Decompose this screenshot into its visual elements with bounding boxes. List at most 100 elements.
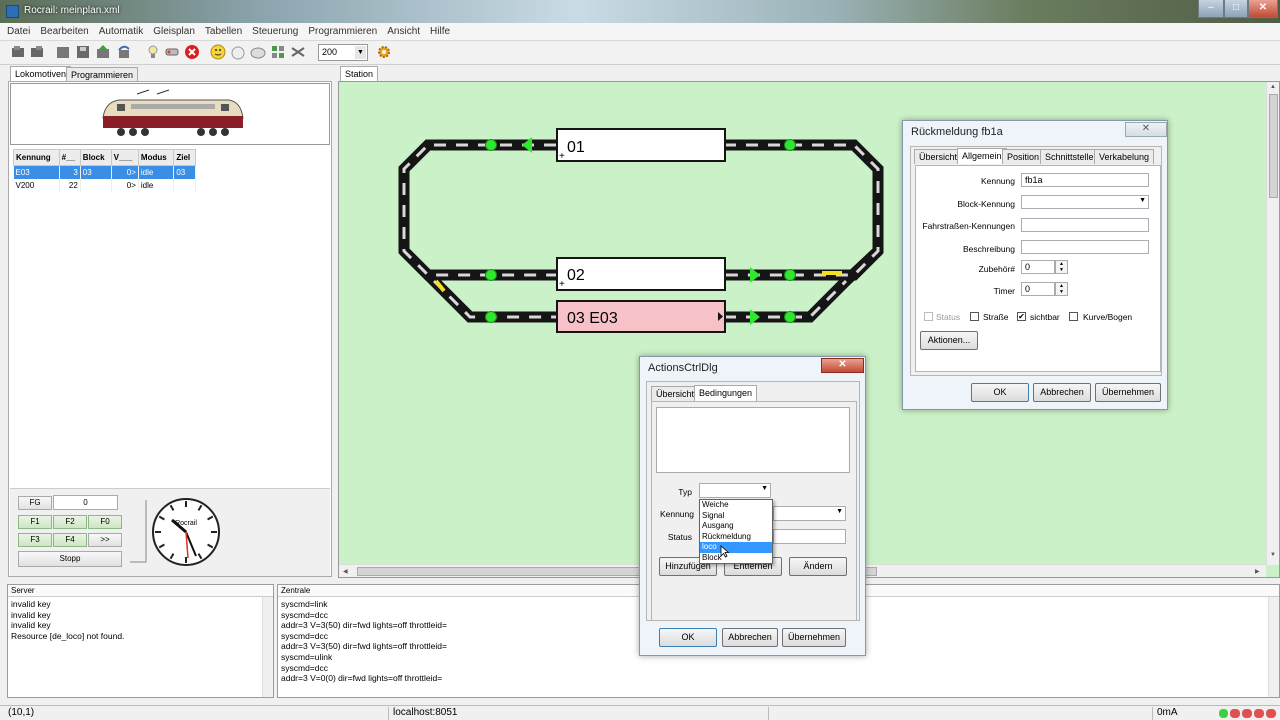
- close-window-button[interactable]: ✕: [1248, 0, 1278, 18]
- menu-ansicht[interactable]: Ansicht: [380, 23, 423, 37]
- menu-bearbeiten[interactable]: Bearbeiten: [33, 23, 91, 37]
- tab-schnittstelle[interactable]: Schnittstelle: [1040, 149, 1099, 164]
- typ-select[interactable]: ▼: [699, 483, 771, 498]
- col-speed[interactable]: V___: [110, 149, 139, 166]
- f3-button[interactable]: F3: [18, 533, 52, 547]
- network-icon[interactable]: [164, 44, 180, 60]
- f2-button[interactable]: F2: [53, 515, 87, 529]
- col-ziel[interactable]: Ziel: [173, 149, 196, 166]
- block-01[interactable]: 01 +: [556, 128, 726, 162]
- server-log-scroll[interactable]: [262, 597, 273, 697]
- dropdown-option-highlighted[interactable]: loco: [700, 542, 772, 553]
- cloud-icon[interactable]: [250, 44, 266, 60]
- table-row[interactable]: E03 3 03 0> idle 03: [13, 165, 196, 179]
- col-block[interactable]: Block: [79, 149, 112, 166]
- tab-bedingungen[interactable]: Bedingungen: [694, 385, 758, 401]
- save-green-icon[interactable]: [95, 44, 111, 60]
- menu-gleisplan[interactable]: Gleisplan: [146, 23, 198, 37]
- f4-button[interactable]: F4: [53, 533, 87, 547]
- kurve-checkbox[interactable]: [1069, 312, 1078, 321]
- save-icon[interactable]: [75, 44, 91, 60]
- bag-icon[interactable]: [230, 44, 246, 60]
- menu-hilfe[interactable]: Hilfe: [423, 23, 453, 37]
- timer-field[interactable]: 0: [1021, 282, 1055, 296]
- speed-slider[interactable]: [128, 498, 148, 564]
- stop-button[interactable]: Stopp: [18, 551, 122, 567]
- zubehoer-stepper[interactable]: ▲ ▼: [1055, 260, 1068, 274]
- menu-steuerung[interactable]: Steuerung: [245, 23, 301, 37]
- col-address[interactable]: #__: [58, 149, 81, 166]
- tab-uebersicht[interactable]: Übersicht: [651, 386, 700, 401]
- lightbulb-icon[interactable]: [145, 44, 161, 60]
- signal-arrow-icon[interactable]: [750, 267, 760, 283]
- smiley-icon[interactable]: [210, 44, 226, 60]
- modify-button[interactable]: Ändern: [789, 557, 847, 576]
- maximize-button[interactable]: □: [1224, 0, 1248, 18]
- col-modus[interactable]: Modus: [137, 149, 175, 166]
- station-vscroll[interactable]: ▲ ▼: [1266, 82, 1279, 565]
- sensor-icon[interactable]: [784, 311, 796, 323]
- block-03[interactable]: 03 E03: [556, 300, 726, 333]
- ok-button[interactable]: OK: [971, 383, 1029, 402]
- sensor-icon[interactable]: [784, 269, 796, 281]
- grid-icon[interactable]: [270, 44, 286, 60]
- menu-tabellen[interactable]: Tabellen: [198, 23, 245, 37]
- tab-programmieren[interactable]: Programmieren: [66, 67, 139, 82]
- new-plan-icon[interactable]: [10, 44, 26, 60]
- gear-icon[interactable]: [376, 44, 392, 60]
- actions-button[interactable]: Aktionen...: [920, 331, 978, 350]
- table-row[interactable]: V200 22 0> idle: [13, 178, 196, 192]
- signal-arrow-icon[interactable]: [522, 137, 532, 153]
- menu-automatik[interactable]: Automatik: [92, 23, 146, 37]
- menu-datei[interactable]: Datei: [0, 23, 33, 37]
- dropdown-option[interactable]: Block: [700, 553, 772, 564]
- central-log-scroll[interactable]: [1268, 597, 1279, 697]
- tab-lokomotiven[interactable]: Lokomotiven: [10, 66, 72, 82]
- emergency-stop-icon[interactable]: [184, 44, 200, 60]
- strasse-checkbox[interactable]: [970, 312, 979, 321]
- tab-allgemein[interactable]: Allgemein: [957, 148, 1007, 164]
- col-kennung[interactable]: Kennung: [13, 149, 60, 166]
- tab-uebersicht[interactable]: Übersicht: [914, 149, 963, 164]
- sensor-icon[interactable]: [485, 269, 497, 281]
- open-plan-icon[interactable]: [29, 44, 45, 60]
- zoom-select[interactable]: 200 ▼: [318, 44, 368, 61]
- more-functions-button[interactable]: >>: [88, 533, 122, 547]
- f1-button[interactable]: F1: [18, 515, 52, 529]
- menu-programmieren[interactable]: Programmieren: [301, 23, 380, 37]
- fg-button[interactable]: FG: [18, 496, 52, 510]
- dropdown-option[interactable]: Signal: [700, 511, 772, 522]
- timer-stepper[interactable]: ▲ ▼: [1055, 282, 1068, 296]
- apply-button[interactable]: Übernehmen: [1095, 383, 1161, 402]
- block-02[interactable]: 02 +: [556, 257, 726, 291]
- status-field[interactable]: [773, 529, 846, 544]
- zubehoer-field[interactable]: 0: [1021, 260, 1055, 274]
- sichtbar-checkbox[interactable]: ✔: [1017, 312, 1026, 321]
- undo-icon[interactable]: [116, 44, 132, 60]
- ok-button[interactable]: OK: [659, 628, 717, 647]
- f0-button[interactable]: F0: [88, 515, 122, 529]
- route-ids-field[interactable]: [1021, 218, 1149, 232]
- dropdown-option[interactable]: Weiche: [700, 500, 772, 511]
- apply-button[interactable]: Übernehmen: [782, 628, 846, 647]
- close-icon[interactable]: ✕: [821, 358, 864, 373]
- sensor-icon[interactable]: [784, 139, 796, 151]
- tab-position[interactable]: Position: [1002, 149, 1045, 164]
- dropdown-option[interactable]: Ausgang: [700, 521, 772, 532]
- status-checkbox[interactable]: [924, 312, 933, 321]
- tab-verkabelung[interactable]: Verkabelung: [1094, 149, 1155, 164]
- cancel-button[interactable]: Abbrechen: [722, 628, 778, 647]
- tab-station[interactable]: Station: [340, 66, 379, 82]
- conditions-list[interactable]: [656, 407, 850, 473]
- shuffle-icon[interactable]: [290, 44, 306, 60]
- minimize-button[interactable]: –: [1198, 0, 1224, 18]
- signal-arrow-icon[interactable]: [750, 309, 760, 325]
- block-kennung-select[interactable]: ▼: [1021, 195, 1149, 209]
- kennung-field[interactable]: fb1a: [1021, 173, 1149, 187]
- kennung-select[interactable]: ▼: [773, 506, 846, 521]
- cancel-button[interactable]: Abbrechen: [1033, 383, 1091, 402]
- dropdown-option[interactable]: Rückmeldung: [700, 532, 772, 543]
- open-file-icon[interactable]: [55, 44, 71, 60]
- sensor-icon[interactable]: [485, 311, 497, 323]
- close-icon[interactable]: ✕: [1125, 122, 1167, 137]
